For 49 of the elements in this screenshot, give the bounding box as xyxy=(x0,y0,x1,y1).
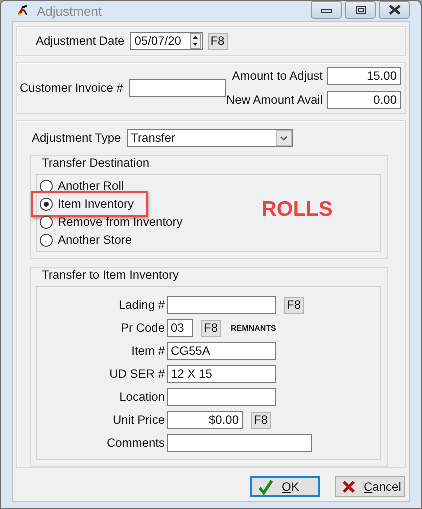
ok-button[interactable]: OK xyxy=(250,476,320,497)
x-icon xyxy=(342,480,356,494)
comments-field[interactable] xyxy=(167,434,312,452)
close-icon xyxy=(388,5,402,15)
text-field[interactable]: 12 X 15 xyxy=(167,365,276,383)
lookup-button[interactable]: F8 xyxy=(201,320,222,336)
radio-option[interactable]: Another Roll xyxy=(40,179,183,193)
group-title: Transfer to Item Inventory xyxy=(40,268,181,282)
maximize-button[interactable] xyxy=(345,1,376,19)
maximize-icon xyxy=(354,5,366,15)
lookup-button[interactable]: F8 xyxy=(284,296,304,314)
app-icon xyxy=(17,5,29,17)
field-label: Pr Code xyxy=(120,321,165,335)
radio-option[interactable]: Item Inventory xyxy=(40,197,183,211)
lookup-button[interactable]: F8 xyxy=(251,412,272,428)
group-title: Transfer Destination xyxy=(40,156,152,170)
field-label: Lading # xyxy=(118,298,165,312)
field-label: UD SER # xyxy=(108,367,165,381)
invoice-field[interactable] xyxy=(129,79,226,97)
amount-field[interactable]: 0.00 xyxy=(327,91,401,109)
spinner-icon[interactable] xyxy=(190,33,201,49)
radio-option[interactable]: Remove from Inventory xyxy=(40,215,183,229)
text-field[interactable] xyxy=(167,296,276,314)
field-label: New Amount Avail xyxy=(226,93,323,107)
field-label: Amount to Adjust xyxy=(232,69,323,83)
field-label: Location xyxy=(118,390,165,404)
field-label: Unit Price xyxy=(112,413,165,427)
field-label: Item # xyxy=(130,344,165,358)
text-field[interactable]: CG55A xyxy=(167,342,276,360)
field-label: Comments xyxy=(106,436,165,450)
amount-field[interactable]: 15.00 xyxy=(327,67,401,85)
cancel-button[interactable]: Cancel xyxy=(335,476,405,497)
text-field[interactable]: $0.00 xyxy=(167,411,243,429)
text-field[interactable]: 03 xyxy=(167,319,193,337)
annotation-text: ROLLS xyxy=(262,198,333,222)
field-label: Adjustment Date xyxy=(36,34,125,48)
radio-option[interactable]: Another Store xyxy=(40,233,183,247)
field-label: Customer Invoice # xyxy=(20,81,124,95)
minimize-button[interactable] xyxy=(311,1,342,19)
window-title: Adjustment xyxy=(37,4,102,18)
text-field[interactable] xyxy=(167,388,276,406)
field-label: Adjustment Type xyxy=(32,131,122,145)
close-button[interactable] xyxy=(379,1,410,19)
code-description: REMNANTS xyxy=(231,324,276,332)
type-dropdown[interactable]: Transfer xyxy=(127,129,294,147)
date-field[interactable]: 05/07/20 xyxy=(130,32,203,50)
lookup-button[interactable]: F8 xyxy=(208,32,228,50)
check-icon xyxy=(258,478,274,494)
caret-icon xyxy=(276,130,292,146)
